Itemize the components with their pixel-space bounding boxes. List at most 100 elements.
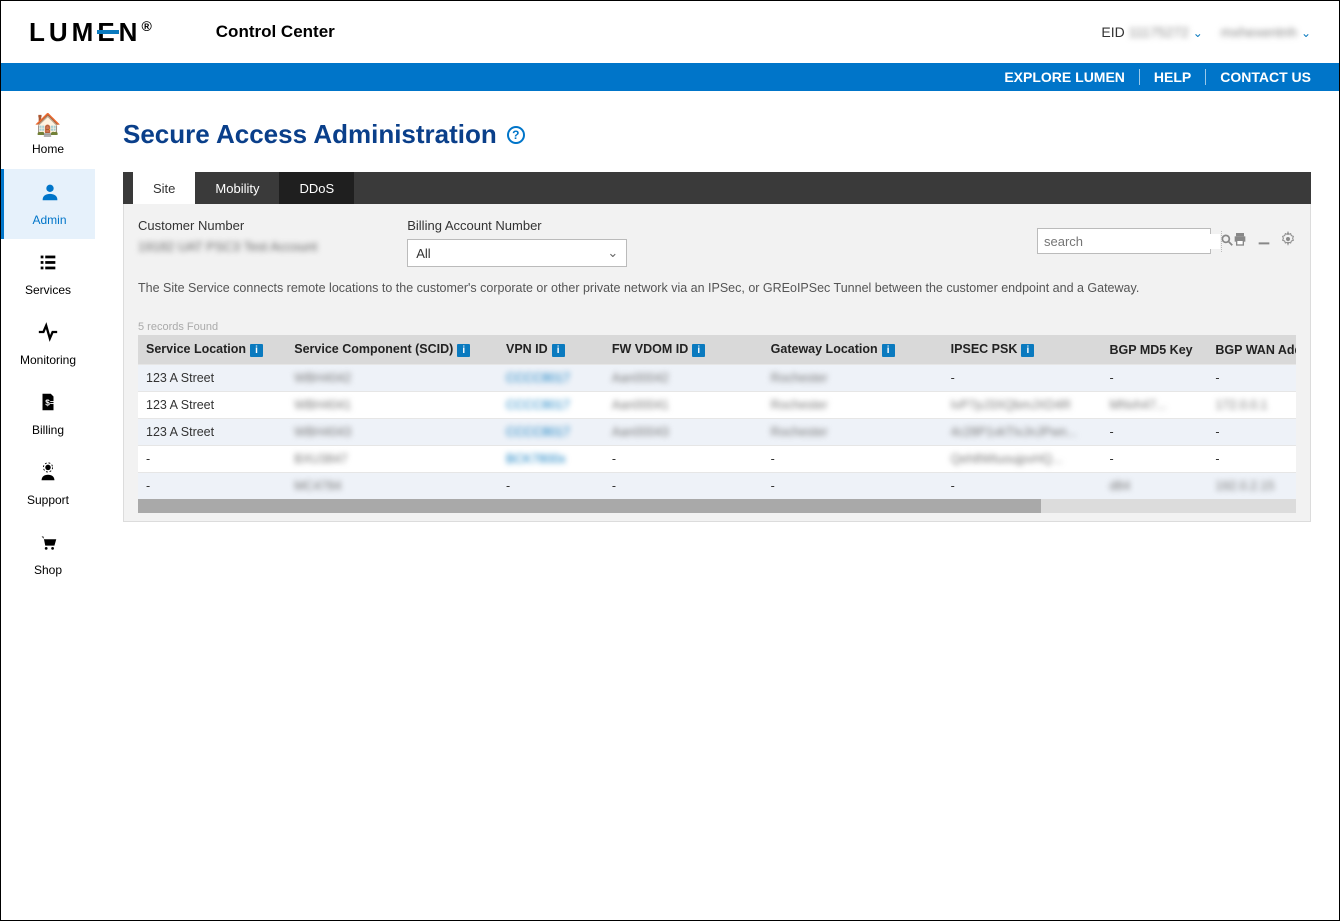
sidebar-item-label: Billing [32, 423, 64, 437]
table-cell: Aan00042 [604, 365, 763, 392]
table-row[interactable]: 123 A StreetWBH4042CCCC8017Aan00042Roche… [138, 365, 1296, 392]
table-cell: CCCC8017 [498, 419, 604, 446]
column-header[interactable]: IPSEC PSKi [943, 335, 1102, 365]
ban-field: Billing Account Number All ⌄ [407, 218, 627, 267]
ban-select[interactable]: All ⌄ [407, 239, 627, 267]
sidebar-item-label: Monitoring [20, 353, 76, 367]
contact-us-link[interactable]: CONTACT US [1206, 69, 1311, 85]
data-table: Service LocationiService Component (SCID… [138, 335, 1296, 499]
info-icon[interactable]: i [1021, 344, 1034, 357]
table-wrapper: Service LocationiService Component (SCID… [138, 335, 1296, 513]
table-cell: - [1207, 446, 1296, 473]
table-cell: MC4784 [286, 473, 498, 500]
right-cluster [1037, 228, 1296, 254]
info-icon[interactable]: i [882, 344, 895, 357]
table-row[interactable]: 123 A StreetWBH4043CCCC8017Aan00043Roche… [138, 419, 1296, 446]
table-cell: 4c28P1vkTIvJnJPwn... [943, 419, 1102, 446]
table-row[interactable]: -BXU3847BCK7800x--Qeh8WtuoujpvHQ...--- [138, 446, 1296, 473]
help-link[interactable]: HELP [1140, 69, 1206, 85]
table-cell: - [138, 446, 286, 473]
tab-bar: Site Mobility DDoS [123, 172, 1311, 204]
topbar-left: LUMEN® Control Center [29, 17, 335, 48]
table-cell: 192.0.2.15 [1207, 473, 1296, 500]
sidebar-item-admin[interactable]: Admin [1, 169, 95, 239]
sidebar-item-shop[interactable]: Shop [1, 519, 95, 589]
description-text: The Site Service connects remote locatio… [138, 281, 1296, 295]
gear-icon[interactable] [1280, 231, 1296, 252]
table-cell: - [763, 446, 943, 473]
table-cell: Rochester [763, 419, 943, 446]
tool-icons [1221, 231, 1296, 252]
column-header[interactable]: Service Locationi [138, 335, 286, 365]
column-header[interactable]: FW VDOM IDi [604, 335, 763, 365]
download-icon[interactable] [1256, 231, 1272, 252]
table-cell: - [1101, 365, 1207, 392]
column-header[interactable]: VPN IDi [498, 335, 604, 365]
svg-text:$=: $= [45, 399, 55, 408]
table-row[interactable]: 123 A StreetWBH4041CCCC8017Aan00041Roche… [138, 392, 1296, 419]
help-icon[interactable]: ? [507, 126, 525, 144]
search-input[interactable] [1044, 234, 1220, 249]
table-cell: - [1101, 419, 1207, 446]
table-cell: 123 A Street [138, 365, 286, 392]
chevron-down-icon: ⌄ [1301, 26, 1311, 40]
table-cell: Rochester [763, 392, 943, 419]
info-icon[interactable]: i [457, 344, 470, 357]
column-header[interactable]: BGP WAN Address [1207, 335, 1296, 365]
activity-icon [37, 321, 59, 349]
table-cell: Aan00041 [604, 392, 763, 419]
home-icon: 🏠 [34, 112, 61, 138]
explore-lumen-link[interactable]: EXPLORE LUMEN [990, 69, 1140, 85]
ban-label: Billing Account Number [407, 218, 627, 233]
scrollbar-thumb[interactable] [138, 499, 1041, 513]
table-cell: 172.0.0.1 [1207, 392, 1296, 419]
table-cell: - [604, 473, 763, 500]
sidebar-item-home[interactable]: 🏠 Home [1, 99, 95, 169]
eid-dropdown[interactable]: EID 11175272 ⌄ [1101, 24, 1202, 40]
table-cell: BCK7800x [498, 446, 604, 473]
table-cell: - [1101, 446, 1207, 473]
info-icon[interactable]: i [552, 344, 565, 357]
tab-ddos[interactable]: DDoS [279, 172, 354, 204]
topbar-right: EID 11175272 ⌄ mxhexentnh ⌄ [1101, 24, 1311, 40]
logo[interactable]: LUMEN® [29, 17, 156, 48]
customer-number-label: Customer Number [138, 218, 317, 233]
table-cell: - [604, 446, 763, 473]
user-value: mxhexentnh [1221, 24, 1297, 40]
print-icon[interactable] [1232, 231, 1248, 252]
search-box[interactable] [1037, 228, 1211, 254]
ban-selected-value: All [416, 246, 430, 261]
table-header-row: Service LocationiService Component (SCID… [138, 335, 1296, 365]
table-cell: WBH4042 [286, 365, 498, 392]
sidebar-item-label: Support [27, 493, 69, 507]
table-cell: BXU3847 [286, 446, 498, 473]
utility-bar: EXPLORE LUMEN HELP CONTACT US [1, 63, 1339, 91]
column-header[interactable]: Service Component (SCID)i [286, 335, 498, 365]
horizontal-scrollbar[interactable] [138, 499, 1296, 513]
table-cell: CCCC8017 [498, 392, 604, 419]
info-icon[interactable]: i [250, 344, 263, 357]
info-icon[interactable]: i [692, 344, 705, 357]
table-cell: - [1207, 365, 1296, 392]
product-name: Control Center [216, 22, 335, 42]
user-icon [39, 181, 61, 209]
sidebar-item-billing[interactable]: $= Billing [1, 379, 95, 449]
table-cell: Qeh8WtuoujpvHQ... [943, 446, 1102, 473]
column-header[interactable]: BGP MD5 Key [1101, 335, 1207, 365]
chevron-down-icon: ⌄ [607, 245, 618, 261]
filters-row: Customer Number 19182 UAT PSC3 Test Acco… [138, 218, 1296, 267]
sidebar-item-support[interactable]: Support [1, 449, 95, 519]
column-header[interactable]: Gateway Locationi [763, 335, 943, 365]
user-dropdown[interactable]: mxhexentnh ⌄ [1221, 24, 1311, 40]
table-cell: WBH4041 [286, 392, 498, 419]
table-row[interactable]: -MC4784----d84192.0.2.15- [138, 473, 1296, 500]
table-cell: WBH4043 [286, 419, 498, 446]
tab-mobility[interactable]: Mobility [195, 172, 279, 204]
sidebar-item-monitoring[interactable]: Monitoring [1, 309, 95, 379]
sidebar-item-services[interactable]: Services [1, 239, 95, 309]
sidebar: 🏠 Home Admin Services Monitoring $= Bi [1, 91, 95, 920]
panel-body: Customer Number 19182 UAT PSC3 Test Acco… [123, 204, 1311, 522]
tab-site[interactable]: Site [133, 172, 195, 204]
table-cell: 123 A Street [138, 419, 286, 446]
eid-label: EID [1101, 24, 1124, 40]
